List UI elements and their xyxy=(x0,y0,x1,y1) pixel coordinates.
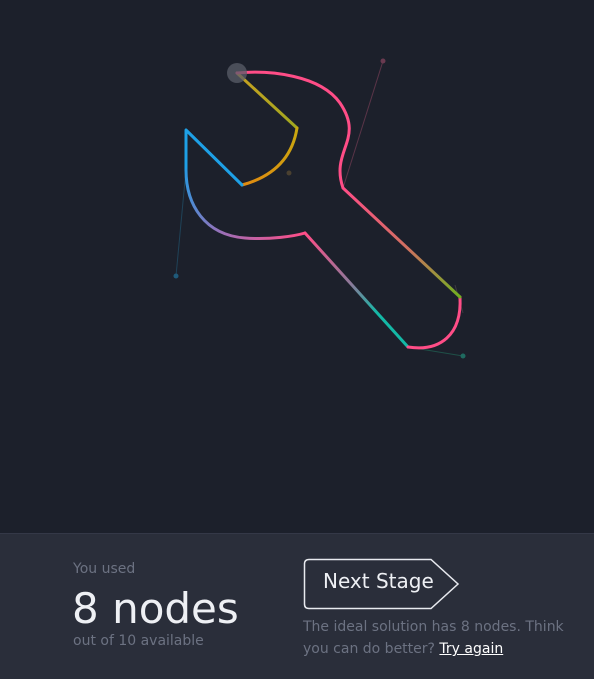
start-node[interactable] xyxy=(227,63,247,83)
path-segment xyxy=(184,128,244,187)
wrench-drawing xyxy=(173,58,466,359)
next-stage-label: Next Stage xyxy=(323,569,434,593)
path-segment xyxy=(341,186,462,299)
next-stage-button[interactable]: Next Stage xyxy=(303,558,461,610)
path-segment xyxy=(303,231,410,349)
path-segment xyxy=(235,71,299,130)
hint-text: The ideal solution has 8 nodes. Think yo… xyxy=(303,616,573,660)
path-segment xyxy=(184,168,307,240)
used-label: You used xyxy=(73,561,136,577)
drawing-canvas[interactable] xyxy=(0,0,594,533)
control-point[interactable] xyxy=(460,353,466,359)
control-point[interactable] xyxy=(173,273,179,279)
control-handles xyxy=(173,58,466,359)
control-point[interactable] xyxy=(286,170,292,176)
available-nodes-text: out of 10 available xyxy=(73,633,204,649)
node-count: 8 nodes xyxy=(72,584,239,633)
path-segment xyxy=(240,126,299,187)
control-point[interactable] xyxy=(380,58,386,64)
path-segment xyxy=(406,295,462,350)
results-panel: You used 8 nodes out of 10 available Nex… xyxy=(0,533,594,679)
try-again-link[interactable]: Try again xyxy=(439,641,503,657)
hint-message: The ideal solution has 8 nodes. Think yo… xyxy=(303,619,564,657)
wrench-path xyxy=(184,70,462,350)
